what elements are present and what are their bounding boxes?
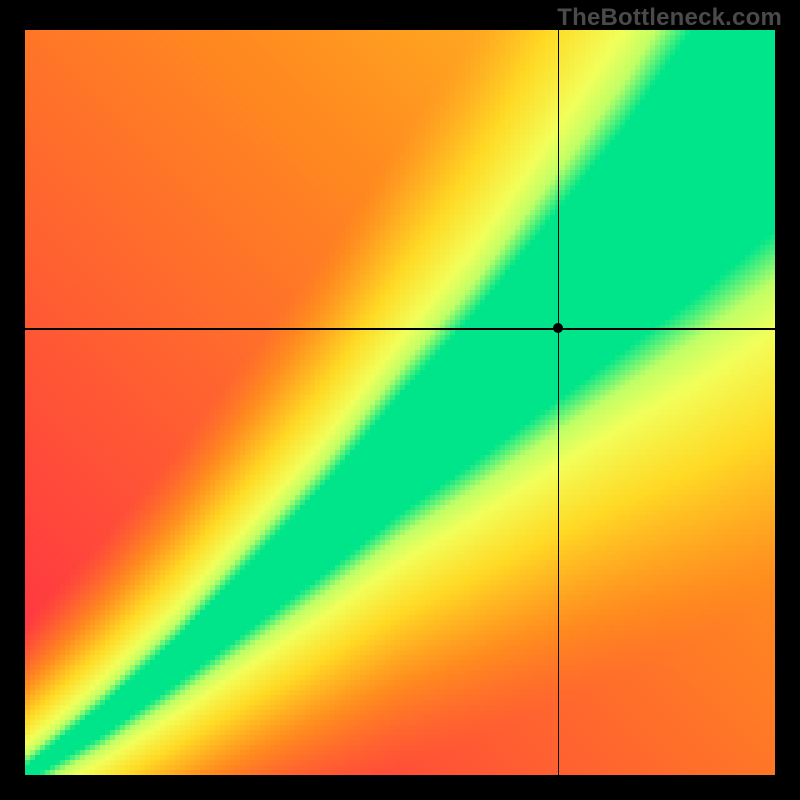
crosshair-vertical xyxy=(558,30,560,775)
crosshair-horizontal xyxy=(25,328,775,330)
heatmap-canvas xyxy=(25,30,775,775)
data-point-marker xyxy=(553,323,563,333)
watermark-text: TheBottleneck.com xyxy=(557,4,782,32)
plot-area xyxy=(25,30,775,775)
chart-frame: TheBottleneck.com xyxy=(0,0,800,800)
